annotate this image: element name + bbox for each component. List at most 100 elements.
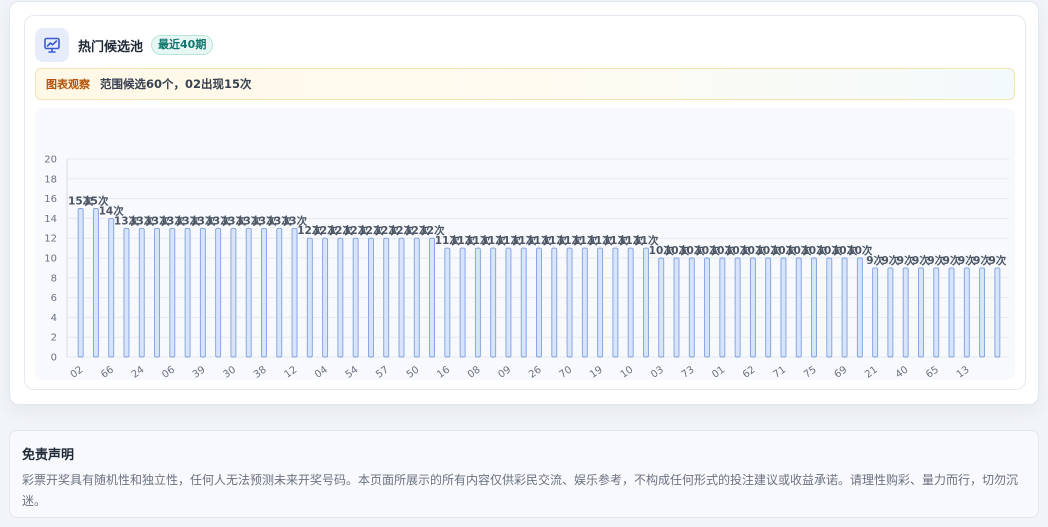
y-tick-label: 0 — [51, 353, 57, 364]
bar[interactable] — [780, 257, 787, 358]
frequency-bar-chart: 0246810121416182015次0215次14次6613次13次2413… — [44, 155, 1009, 380]
bar[interactable] — [154, 227, 160, 358]
disclaimer-title: 免责声明 — [22, 448, 75, 463]
x-tick-label: 71 — [771, 364, 788, 380]
y-tick-label: 18 — [44, 174, 57, 185]
x-tick-label: 08 — [466, 364, 483, 380]
x-tick-label: 26 — [527, 364, 544, 380]
bar[interactable] — [795, 257, 802, 358]
bar[interactable] — [306, 237, 313, 358]
bar[interactable] — [643, 247, 649, 358]
panel-title: 热门候选池 — [78, 39, 144, 55]
bar[interactable] — [566, 247, 573, 358]
bar[interactable] — [704, 257, 711, 358]
bar[interactable] — [322, 237, 329, 358]
bar[interactable] — [811, 257, 817, 358]
panel-header: 热门候选池 最近40期 — [35, 27, 214, 63]
bar[interactable] — [398, 237, 405, 358]
y-tick-label: 4 — [51, 313, 57, 324]
bar[interactable] — [215, 227, 222, 358]
bar[interactable] — [612, 247, 619, 358]
bar[interactable] — [658, 257, 665, 358]
bar[interactable] — [169, 227, 176, 358]
x-tick-label: 16 — [435, 364, 452, 380]
bar[interactable] — [184, 227, 191, 358]
bar[interactable] — [627, 247, 634, 358]
bar[interactable] — [444, 247, 451, 358]
bar[interactable] — [199, 227, 206, 358]
observation-text: 范围候选60个，02出现15次 — [100, 77, 252, 91]
bar[interactable] — [108, 217, 115, 358]
bar[interactable] — [230, 227, 237, 358]
x-tick-label: 54 — [344, 364, 361, 380]
x-tick-label: 66 — [99, 364, 116, 380]
bar[interactable] — [673, 257, 680, 358]
bar[interactable] — [367, 237, 374, 358]
bar[interactable] — [520, 247, 527, 358]
x-tick-label: 69 — [833, 364, 850, 380]
bar[interactable] — [413, 237, 420, 358]
bar[interactable] — [245, 227, 252, 358]
bar[interactable] — [490, 247, 497, 358]
x-tick-label: 13 — [955, 364, 972, 380]
y-tick-label: 12 — [44, 234, 57, 245]
disclaimer-box: 免责声明 彩票开奖具有随机性和独立性，任何人无法预测未来开奖号码。本页面所展示的… — [9, 430, 1039, 518]
x-tick-label: 30 — [221, 364, 238, 380]
x-tick-label: 01 — [710, 364, 727, 380]
bar[interactable] — [994, 267, 1001, 358]
bar-chart-area: 0 2 4 6 8 10 12 14 16 18 20 15次 02 15次 14次 66 13次 13次 24 13… — [35, 108, 1015, 380]
bar[interactable] — [337, 237, 344, 358]
x-tick-label: 24 — [130, 364, 147, 380]
bar[interactable] — [749, 257, 756, 358]
bar[interactable] — [459, 247, 466, 358]
x-tick-label: 10 — [619, 364, 636, 380]
bar[interactable] — [719, 257, 726, 358]
bar[interactable] — [138, 227, 145, 358]
bar[interactable] — [918, 267, 924, 358]
y-tick-label: 8 — [51, 273, 57, 284]
bar[interactable] — [856, 257, 863, 358]
x-tick-label: 19 — [588, 364, 605, 380]
bar[interactable] — [276, 227, 283, 358]
x-tick-label: 02 — [69, 364, 86, 380]
bar[interactable] — [352, 237, 359, 358]
y-tick-label: 10 — [44, 254, 57, 265]
bar[interactable] — [963, 267, 970, 358]
bar[interactable] — [291, 227, 298, 358]
observation-label: 图表观察 — [46, 78, 90, 91]
bar[interactable] — [597, 247, 604, 358]
chart-observation-bar: 图表观察 范围候选60个，02出现15次 — [35, 68, 1015, 100]
bar[interactable] — [887, 267, 894, 358]
x-tick-label: 38 — [252, 364, 269, 380]
bar[interactable] — [581, 247, 588, 358]
bar[interactable] — [826, 257, 833, 358]
bar[interactable] — [551, 247, 558, 358]
bar[interactable] — [474, 247, 481, 358]
x-tick-label: 73 — [680, 364, 697, 380]
bar[interactable] — [77, 208, 84, 358]
bar[interactable] — [688, 257, 695, 358]
bar[interactable] — [872, 267, 879, 358]
y-tick-label: 2 — [51, 333, 57, 344]
bar[interactable] — [765, 257, 772, 358]
bar[interactable] — [979, 267, 986, 358]
period-badge: 最近40期 — [151, 35, 214, 55]
bar[interactable] — [902, 267, 909, 358]
bar[interactable] — [261, 227, 267, 358]
bar[interactable] — [429, 237, 435, 358]
x-tick-label: 70 — [558, 364, 575, 380]
bar[interactable] — [933, 267, 940, 358]
bar[interactable] — [734, 257, 741, 358]
y-tick-label: 20 — [44, 155, 57, 166]
x-tick-label: 50 — [405, 364, 422, 380]
x-tick-label: 39 — [191, 364, 208, 380]
bar[interactable] — [123, 227, 130, 358]
bar[interactable] — [841, 257, 848, 358]
bar[interactable] — [92, 208, 99, 358]
bar[interactable] — [505, 247, 512, 358]
bar[interactable] — [383, 237, 390, 358]
bar[interactable] — [536, 247, 542, 358]
x-tick-label: 04 — [313, 364, 330, 380]
hot-pool-panel: 热门候选池 最近40期 图表观察 范围候选60个，02出现15次 0 2 4 6 8 10… — [24, 15, 1026, 390]
bar[interactable] — [948, 267, 955, 358]
